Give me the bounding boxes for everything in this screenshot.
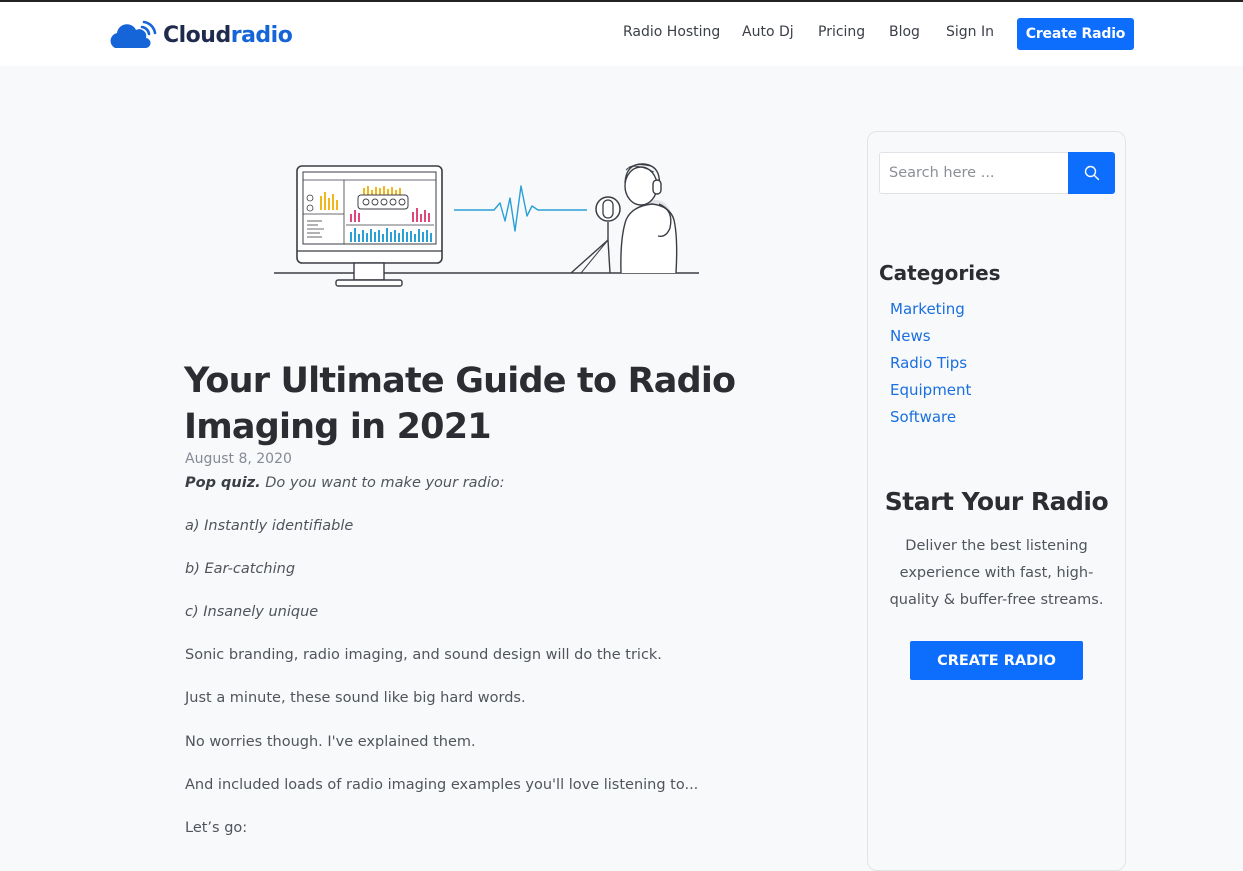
create-radio-button[interactable]: Create Radio [1017,18,1134,50]
nav-pricing[interactable]: Pricing [818,24,865,40]
article-paragraph: Sonic branding, radio imaging, and sound… [185,647,662,663]
nav-auto-dj[interactable]: Auto Dj [742,24,794,40]
nav-blog[interactable]: Blog [889,24,920,40]
article-option-b: b) Ear-catching [185,561,296,577]
article-paragraph: No worries though. I've explained them. [185,734,476,750]
categories-list: Marketing News Radio Tips Equipment Soft… [890,297,971,432]
site-header: Cloudradio Radio Hosting Auto Dj Pricing… [0,2,1243,66]
nav-radio-hosting[interactable]: Radio Hosting [623,24,720,40]
nav-sign-in[interactable]: Sign In [946,24,994,40]
article-option-a: a) Instantly identifiable [185,518,354,534]
category-marketing[interactable]: Marketing [890,297,971,324]
category-equipment[interactable]: Equipment [890,378,971,405]
article-title: Your Ultimate Guide to Radio Imaging in … [184,361,736,447]
category-radio-tips[interactable]: Radio Tips [890,351,971,378]
article-option-c: c) Insanely unique [185,604,319,620]
search-form [879,152,1115,194]
article-paragraph: And included loads of radio imaging exam… [185,777,699,793]
article-paragraph: Let’s go: [185,820,248,836]
search-button[interactable] [1068,152,1115,194]
search-input[interactable] [879,152,1068,194]
article-paragraph: Just a minute, these sound like big hard… [185,690,526,706]
create-radio-cta-button[interactable]: CREATE RADIO [910,641,1083,680]
main-nav: Radio Hosting Auto Dj Pricing Blog Sign … [0,2,1243,66]
search-icon [1084,165,1099,181]
intro-bold: Pop quiz. [185,475,261,491]
hero-illustration [274,163,699,287]
article-date: August 8, 2020 [185,451,292,467]
sidebar: Categories Marketing News Radio Tips Equ… [867,131,1126,871]
intro-text: Do you want to make your radio: [260,475,505,491]
category-news[interactable]: News [890,324,971,351]
article-intro: Pop quiz. Do you want to make your radio… [185,475,505,491]
categories-title: Categories [879,261,1001,285]
category-software[interactable]: Software [890,405,971,432]
cta-text: Deliver the best listening experience wi… [889,538,1104,608]
cta-title: Start Your Radio [884,487,1109,516]
